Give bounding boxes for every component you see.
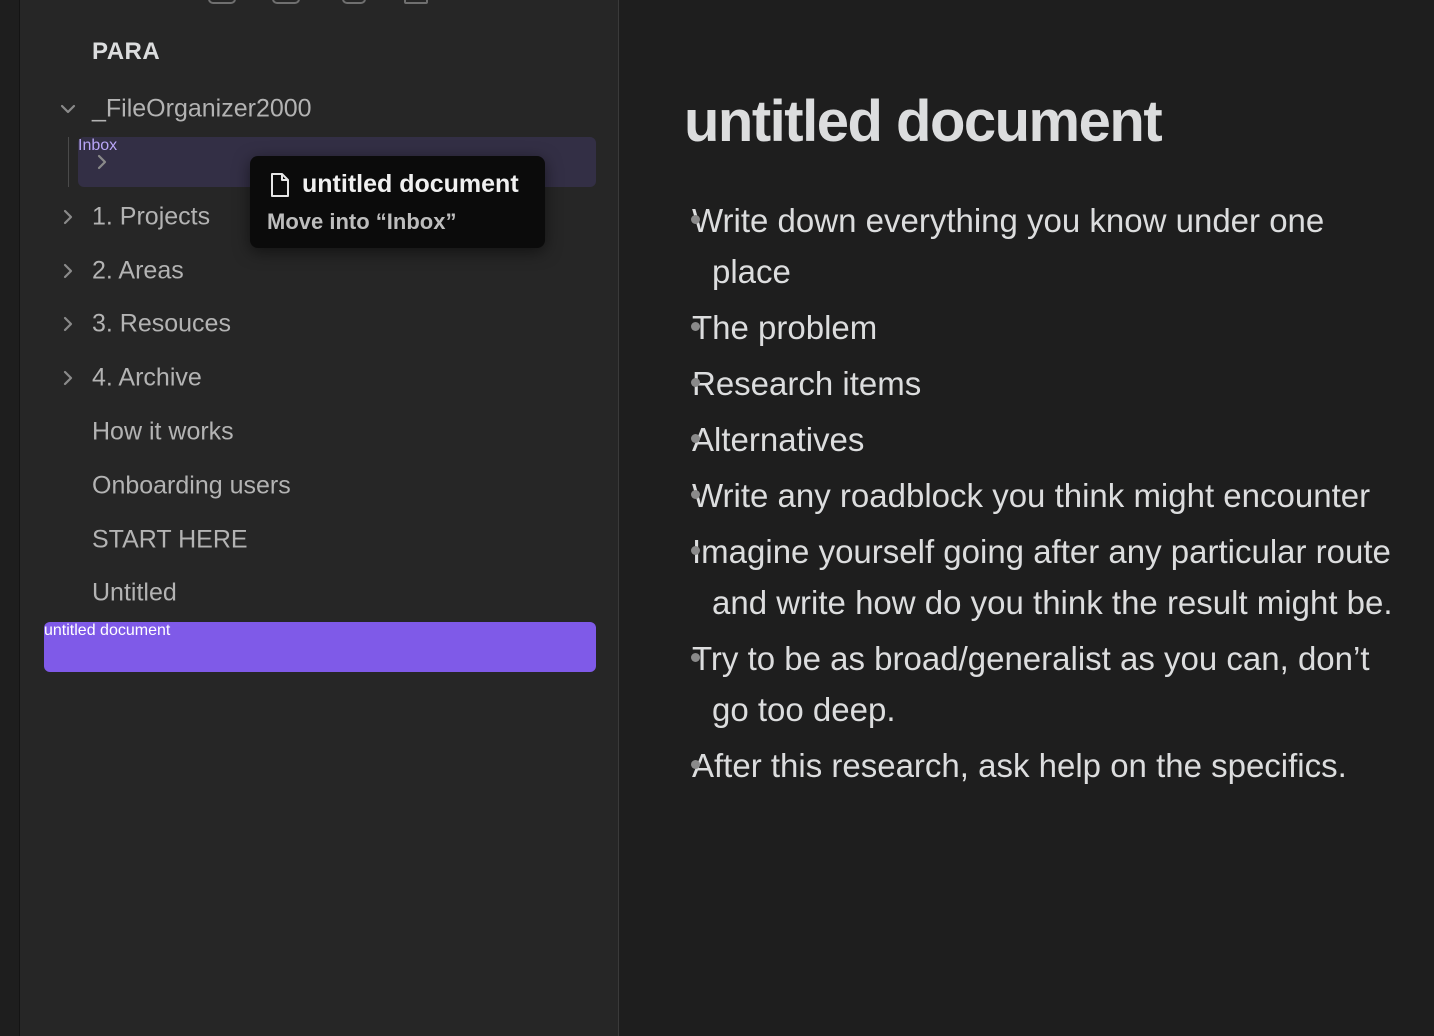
tree-file-start-here[interactable]: START HERE [20, 515, 618, 565]
bullet-icon [691, 434, 700, 443]
ribbon [0, 0, 19, 1036]
sort-icon[interactable] [342, 0, 366, 4]
editor-pane[interactable]: untitled document Write down everything … [620, 0, 1434, 1036]
drag-tooltip-title: untitled document [302, 170, 519, 198]
list-item[interactable]: After this research, ask help on the spe… [691, 740, 1402, 791]
tree-file-label: untitled document [44, 622, 171, 639]
list-item[interactable]: Write down everything you know under one… [691, 195, 1402, 297]
document-title[interactable]: untitled document [684, 88, 1163, 155]
collapse-all-icon[interactable] [404, 0, 428, 4]
file-explorer-sidebar: PARA _FileOrganizer2000 Inbox 1. Project… [20, 0, 619, 1036]
list-item[interactable]: Try to be as broad/generalist as you can… [691, 633, 1402, 735]
bullet-icon [691, 760, 700, 769]
tree-folder-archive[interactable]: 4. Archive [20, 353, 618, 403]
tree-file-label: Untitled [92, 578, 177, 607]
list-item[interactable]: Imagine yourself going after any particu… [691, 526, 1402, 628]
indent-guide [68, 137, 69, 187]
new-note-icon[interactable] [208, 0, 236, 4]
list-item[interactable]: The problem [691, 302, 1402, 353]
file-icon [269, 172, 291, 203]
bullet-icon [691, 322, 700, 331]
new-folder-icon[interactable] [272, 0, 300, 4]
vault-title[interactable]: PARA [92, 38, 160, 66]
bullet-icon [691, 215, 700, 224]
chevron-right-icon [58, 314, 78, 334]
chevron-right-icon [58, 207, 78, 227]
chevron-down-icon [58, 99, 78, 119]
explorer-toolbar [20, 0, 618, 6]
drag-tooltip-subtitle: Move into “Inbox” [267, 209, 457, 234]
bullet-icon [691, 490, 700, 499]
tree-file-how-it-works[interactable]: How it works [20, 407, 618, 457]
chevron-right-icon [92, 152, 112, 172]
bullet-icon [691, 378, 700, 387]
tree-folder-areas[interactable]: 2. Areas [20, 246, 618, 296]
tree-folder-label: 1. Projects [92, 202, 211, 231]
tree-file-untitled[interactable]: Untitled [20, 568, 618, 618]
tree-folder-root[interactable]: _FileOrganizer2000 [20, 84, 618, 134]
tree-folder-label: 4. Archive [92, 363, 202, 392]
chevron-right-icon [58, 261, 78, 281]
list-item[interactable]: Write any roadblock you think might enco… [691, 470, 1402, 521]
bullet-list: Write down everything you know under one… [691, 195, 1402, 796]
bullet-icon [691, 653, 700, 662]
tree-file-active[interactable]: untitled document [44, 622, 596, 672]
tree-folder-label: 3. Resouces [92, 309, 231, 338]
drag-tooltip: untitled document Move into “Inbox” [250, 156, 545, 248]
tree-file-label: START HERE [92, 525, 248, 554]
tree-folder-label: _FileOrganizer2000 [92, 94, 312, 123]
tree-file-onboarding-users[interactable]: Onboarding users [20, 461, 618, 511]
list-item[interactable]: Research items [691, 358, 1402, 409]
list-item[interactable]: Alternatives [691, 414, 1402, 465]
tree-folder-resources[interactable]: 3. Resouces [20, 299, 618, 349]
tree-file-label: Onboarding users [92, 471, 291, 500]
chevron-right-icon [58, 368, 78, 388]
tree-file-label: How it works [92, 417, 234, 446]
bullet-icon [691, 546, 700, 555]
tree-folder-label: 2. Areas [92, 256, 184, 285]
